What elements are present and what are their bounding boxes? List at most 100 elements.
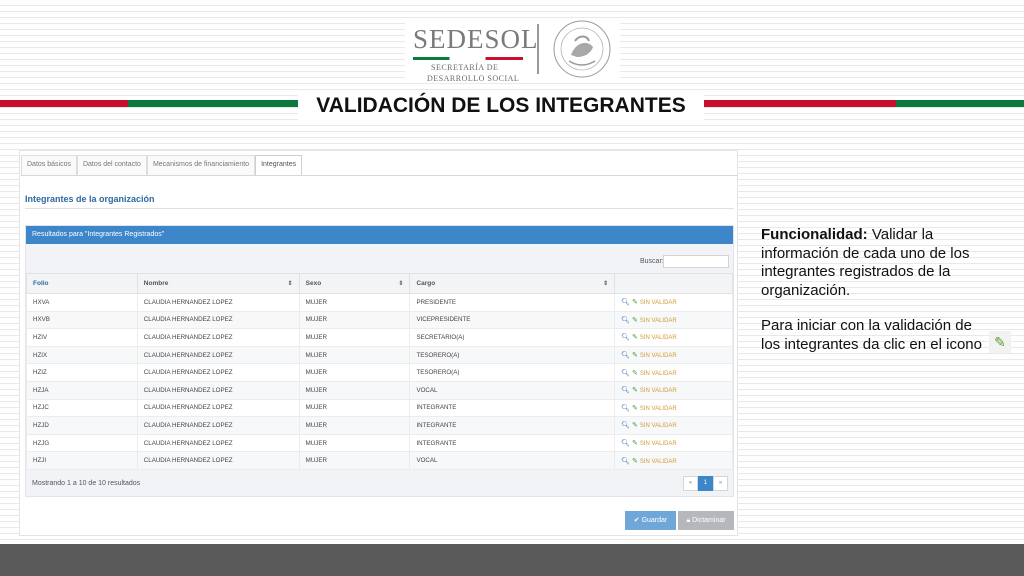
- sexo-cell: MUJER: [298, 328, 411, 347]
- tabs-divider: [21, 175, 737, 176]
- flag-stripe-left: [0, 100, 298, 107]
- flag-stripe-right: [704, 100, 1024, 107]
- edit-pencil-icon[interactable]: ✎: [632, 370, 638, 377]
- actions-cell: 🔍︎ ✎ SIN VALIDAR: [614, 433, 733, 453]
- status-label: SIN VALIDAR: [639, 317, 677, 324]
- folio-cell: HZJC: [26, 398, 138, 418]
- tab-integrantes[interactable]: Integrantes: [255, 155, 303, 175]
- table-row: HZJD CLAUDIA HERNANDEZ LOPEZ MUJER INTEGRAN…: [26, 416, 733, 435]
- pencil-icon: ✎: [989, 331, 1011, 353]
- view-icon[interactable]: 🔍︎: [621, 387, 630, 394]
- tab-datos-contacto[interactable]: Datos del contacto: [76, 155, 147, 175]
- edit-pencil-icon[interactable]: ✎: [632, 458, 638, 465]
- slide-title: VALIDACIÓN DE LOS INTEGRANTES: [298, 92, 704, 120]
- view-icon[interactable]: 🔍︎: [621, 370, 630, 377]
- cargo-cell: TESORERO(A): [409, 363, 616, 382]
- edit-pencil-icon[interactable]: ✎: [632, 299, 638, 306]
- edit-pencil-icon[interactable]: ✎: [632, 334, 638, 341]
- actions-cell: 🔍︎ ✎ SIN VALIDAR: [614, 328, 733, 347]
- view-icon[interactable]: 🔍︎: [621, 422, 630, 429]
- save-button[interactable]: ✔ Guardar: [625, 511, 676, 530]
- actions-cell: 🔍︎ ✎ SIN VALIDAR: [614, 416, 733, 435]
- view-icon[interactable]: 🔍︎: [621, 299, 630, 306]
- col-cargo[interactable]: Cargo ⇕: [409, 273, 616, 294]
- members-table: Folio Nombre ⇕ Sexo ⇕ Cargo ⇕ HXVA CLAUDIA H…: [26, 273, 733, 470]
- edit-pencil-icon[interactable]: ✎: [632, 440, 638, 447]
- table-header-row: Folio Nombre ⇕ Sexo ⇕ Cargo ⇕: [26, 273, 733, 294]
- edit-pencil-icon[interactable]: ✎: [632, 387, 638, 394]
- status-label: SIN VALIDAR: [639, 441, 677, 448]
- pager-next[interactable]: »: [713, 476, 728, 491]
- table-row: HZJA CLAUDIA HERNANDEZ LOPEZ MUJER VOCAL 🔍︎ ✎…: [26, 380, 733, 400]
- sexo-cell: MUJER: [298, 451, 411, 470]
- view-icon[interactable]: 🔍︎: [621, 317, 630, 324]
- save-button-label: Guardar: [641, 517, 668, 524]
- view-icon[interactable]: 🔍︎: [621, 405, 630, 412]
- cargo-cell: VICEPRESIDENTE: [409, 310, 616, 330]
- sedesol-logo: SEDESOL SECRETARÍA DE DESARROLLO SOCIAL: [405, 18, 620, 83]
- edit-pencil-icon[interactable]: ✎: [632, 405, 638, 412]
- table-row: HZIX CLAUDIA HERNANDEZ LOPEZ MUJER TESORERO…: [26, 345, 733, 365]
- col-sexo[interactable]: Sexo ⇕: [298, 273, 411, 294]
- cargo-cell: VOCAL: [409, 451, 616, 470]
- col-folio-label: Folio: [33, 280, 49, 287]
- cargo-cell: PRESIDENTE: [409, 293, 616, 312]
- status-label: SIN VALIDAR: [639, 335, 677, 342]
- brand-name: SEDESOL: [413, 24, 539, 54]
- col-nombre-label: Nombre: [143, 280, 169, 287]
- sexo-cell: MUJER: [298, 293, 411, 312]
- folio-cell: HZJA: [26, 380, 138, 400]
- col-nombre[interactable]: Nombre ⇕: [136, 273, 300, 294]
- folio-cell: HZIX: [26, 345, 138, 365]
- search-label: Buscar:: [640, 258, 664, 265]
- sexo-cell: MUJER: [298, 398, 411, 418]
- results-count: Mostrando 1 a 10 de 10 resultados: [32, 480, 141, 487]
- col-sexo-label: Sexo: [305, 280, 322, 287]
- table-row: HXVB CLAUDIA HERNANDEZ LOPEZ MUJER VICEPRES…: [26, 310, 733, 330]
- folio-cell: HZJG: [26, 433, 138, 453]
- nombre-cell: CLAUDIA HERNANDEZ LOPEZ: [136, 328, 300, 347]
- brand-subtitle-1: SECRETARÍA DE: [431, 63, 499, 72]
- pager-prev[interactable]: «: [683, 476, 698, 491]
- pager-page-1[interactable]: 1: [698, 476, 713, 491]
- nombre-cell: CLAUDIA HERNANDEZ LOPEZ: [136, 380, 300, 400]
- nombre-cell: CLAUDIA HERNANDEZ LOPEZ: [136, 310, 300, 330]
- edit-pencil-icon[interactable]: ✎: [632, 422, 638, 429]
- col-folio[interactable]: Folio: [26, 273, 138, 294]
- folio-cell: HXVB: [26, 310, 138, 330]
- sexo-cell: MUJER: [298, 363, 411, 382]
- results-box: Resultados para "Integrantes Registrados…: [25, 225, 734, 497]
- tab-mecanismos[interactable]: Mecanismos de financiamiento: [146, 155, 256, 175]
- status-label: SIN VALIDAR: [639, 388, 677, 395]
- sexo-cell: MUJER: [298, 380, 411, 400]
- col-acciones: [614, 273, 733, 294]
- actions-cell: 🔍︎ ✎ SIN VALIDAR: [614, 293, 733, 312]
- col-cargo-label: Cargo: [416, 280, 436, 287]
- table-row: HZJG CLAUDIA HERNANDEZ LOPEZ MUJER INTEGRAN…: [26, 433, 733, 453]
- check-icon: ✔: [633, 517, 642, 524]
- view-icon[interactable]: 🔍︎: [621, 440, 630, 447]
- table-row: HZJI CLAUDIA HERNANDEZ LOPEZ MUJER VOCAL 🔍︎ ✎…: [26, 451, 733, 470]
- national-seal-icon: [553, 20, 611, 78]
- actions-cell: 🔍︎ ✎ SIN VALIDAR: [614, 363, 733, 382]
- instruction-text: Para iniciar con la validación de los in…: [761, 317, 982, 353]
- sort-icon: ⇕: [603, 281, 609, 287]
- view-icon[interactable]: 🔍︎: [621, 458, 630, 465]
- search-input[interactable]: [663, 255, 729, 268]
- nombre-cell: CLAUDIA HERNANDEZ LOPEZ: [136, 363, 300, 382]
- footer-bar: [0, 544, 1024, 576]
- cargo-cell: INTEGRANTE: [409, 433, 616, 453]
- cargo-cell: INTEGRANTE: [409, 398, 616, 418]
- tab-datos-basicos[interactable]: Datos básicos: [21, 155, 77, 175]
- app-panel: Datos básicos Datos del contacto Mecanis…: [19, 150, 738, 536]
- sexo-cell: MUJER: [298, 345, 411, 365]
- view-icon[interactable]: 🔍︎: [621, 334, 630, 341]
- edit-pencil-icon[interactable]: ✎: [632, 317, 638, 324]
- status-label: SIN VALIDAR: [639, 370, 677, 377]
- edit-pencil-icon[interactable]: ✎: [632, 352, 638, 359]
- view-icon[interactable]: 🔍︎: [621, 352, 630, 359]
- cargo-cell: TESORERO(A): [409, 345, 616, 365]
- nombre-cell: CLAUDIA HERNANDEZ LOPEZ: [136, 345, 300, 365]
- dictaminar-button[interactable]: 🔒︎ Dictaminar: [678, 511, 734, 530]
- tab-bar: Datos básicos Datos del contacto Mecanis…: [21, 155, 303, 175]
